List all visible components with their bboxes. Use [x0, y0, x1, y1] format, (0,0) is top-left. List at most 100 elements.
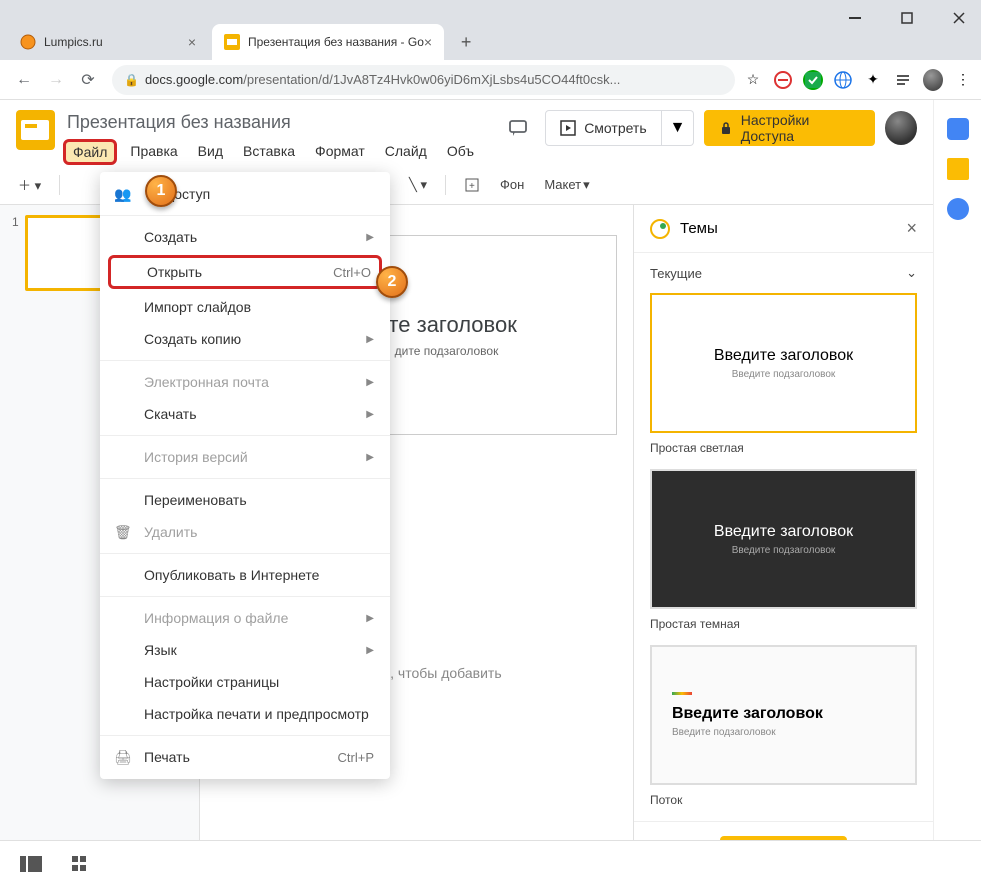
menu-file[interactable]: Файл — [63, 139, 117, 165]
theme-name: Поток — [650, 793, 917, 807]
maximize-button[interactable] — [893, 4, 921, 32]
submenu-arrow-icon: ▶ — [366, 334, 374, 345]
adblock-icon[interactable] — [773, 70, 793, 90]
submenu-arrow-icon: ▶ — [366, 409, 374, 420]
submenu-arrow-icon: ▶ — [366, 452, 374, 463]
close-panel-button[interactable]: × — [906, 218, 917, 239]
comments-button[interactable] — [501, 110, 535, 146]
theme-preview-title: Введите заголовок — [714, 523, 853, 541]
annotation-callout-2: 2 — [376, 266, 408, 298]
menu-item-page-setup[interactable]: Настройки страницы — [100, 666, 390, 698]
menu-item-make-copy[interactable]: Создать копию▶ — [100, 323, 390, 355]
tab-close-icon[interactable]: × — [188, 34, 196, 50]
flow-accent — [672, 692, 692, 695]
theme-name: Простая светлая — [650, 441, 917, 455]
minimize-button[interactable] — [841, 4, 869, 32]
extension-icons: ☆ ✦ ⋮ — [743, 70, 973, 90]
back-button[interactable]: ← — [8, 64, 40, 96]
menu-item-download[interactable]: Скачать▶ — [100, 398, 390, 430]
lock-icon: 🔒 — [124, 73, 139, 87]
filmstrip-view-button[interactable] — [20, 856, 42, 872]
tab-close-icon[interactable]: × — [424, 34, 432, 50]
menu-item-new[interactable]: Создать▶ — [100, 221, 390, 253]
themes-section-toggle[interactable]: Текущие ⌄ — [634, 253, 933, 293]
slide-subtitle-placeholder[interactable]: дите подзаголовок — [395, 344, 499, 358]
browser-menu-icon[interactable]: ⋮ — [953, 70, 973, 90]
palette-icon — [650, 219, 670, 239]
calendar-icon[interactable] — [947, 118, 969, 140]
menu-format[interactable]: Формат — [308, 139, 372, 165]
slide-number: 1 — [12, 215, 19, 291]
reload-button[interactable]: ⟳ — [72, 64, 104, 96]
menu-item-print[interactable]: 🖨 Печать Ctrl+P — [100, 741, 390, 773]
menu-item-email: Электронная почта▶ — [100, 366, 390, 398]
annotation-callout-1: 1 — [145, 175, 177, 207]
slide-title-placeholder[interactable]: ите заголовок — [376, 312, 517, 338]
tab-favicon-slides — [224, 34, 240, 50]
account-avatar[interactable] — [885, 111, 917, 145]
address-bar: ← → ⟳ 🔒 docs.google.com /presentation/d/… — [0, 60, 981, 100]
lock-icon — [719, 121, 732, 135]
theme-name: Простая темная — [650, 617, 917, 631]
tab-title: Презентация без названия - Go — [248, 35, 424, 49]
forward-button[interactable]: → — [40, 64, 72, 96]
url-host: docs.google.com — [145, 72, 243, 87]
shortcut-label: Ctrl+P — [338, 750, 374, 765]
profile-avatar-icon[interactable] — [923, 70, 943, 90]
themes-current-label: Текущие — [650, 266, 702, 281]
menu-item-publish[interactable]: Опубликовать в Интернете — [100, 559, 390, 591]
menubar: Файл Правка Вид Вставка Формат Слайд Объ — [63, 139, 481, 165]
menu-edit[interactable]: Правка — [123, 139, 184, 165]
theme-preview-sub: Введите подзаголовок — [672, 727, 776, 738]
line-tool[interactable]: ╲ ▾ — [403, 173, 433, 197]
tasks-icon[interactable] — [947, 198, 969, 220]
theme-option-dark[interactable]: Введите заголовок Введите подзаголовок — [650, 469, 917, 609]
menu-arrange[interactable]: Объ — [440, 139, 481, 165]
present-dropdown[interactable]: ▼ — [662, 110, 695, 146]
close-window-button[interactable] — [945, 4, 973, 32]
present-label: Смотреть — [584, 120, 646, 136]
menu-item-share[interactable]: 👥 Оь доступ — [100, 178, 390, 210]
keep-icon[interactable] — [947, 158, 969, 180]
url-field[interactable]: 🔒 docs.google.com /presentation/d/1JvA8T… — [112, 65, 735, 95]
menu-view[interactable]: Вид — [191, 139, 230, 165]
slides-logo-icon[interactable] — [16, 110, 55, 150]
menu-item-open[interactable]: Открыть Ctrl+O — [108, 255, 382, 289]
submenu-arrow-icon: ▶ — [366, 613, 374, 624]
menu-item-language[interactable]: Язык▶ — [100, 634, 390, 666]
new-slide-button[interactable]: ＋ ▾ — [12, 171, 47, 198]
browser-tab-slides[interactable]: Презентация без названия - Go × — [212, 24, 444, 60]
theme-option-light[interactable]: Введите заголовок Введите подзаголовок — [650, 293, 917, 433]
present-button[interactable]: Смотреть — [545, 110, 661, 146]
star-icon[interactable]: ☆ — [743, 70, 763, 90]
side-panel — [933, 100, 981, 886]
menu-slide[interactable]: Слайд — [378, 139, 434, 165]
share-icon: 👥 — [114, 186, 131, 203]
theme-preview-sub: Введите подзаголовок — [732, 369, 836, 380]
grid-view-button[interactable] — [72, 856, 88, 872]
background-button[interactable]: Фон — [494, 173, 530, 196]
document-title[interactable]: Презентация без названия — [63, 110, 481, 135]
new-tab-button[interactable]: + — [452, 28, 480, 56]
extensions-icon[interactable]: ✦ — [863, 70, 883, 90]
chevron-down-icon: ⌄ — [906, 265, 917, 281]
layout-button[interactable]: Макет ▾ — [538, 173, 595, 197]
reading-list-icon[interactable] — [893, 70, 913, 90]
menu-item-print-setup[interactable]: Настройка печати и предпросмотр — [100, 698, 390, 730]
check-icon[interactable] — [803, 70, 823, 90]
menu-insert[interactable]: Вставка — [236, 139, 302, 165]
menu-item-import-slides[interactable]: Импорт слайдов — [100, 291, 390, 323]
share-button[interactable]: Настройки Доступа — [704, 110, 874, 146]
browser-titlebar: Lumpics.ru × Презентация без названия - … — [0, 0, 981, 60]
file-menu-dropdown: 👥 Оь доступ Создать▶ Открыть Ctrl+O Импо… — [100, 172, 390, 779]
textbox-tool[interactable]: + — [458, 173, 486, 197]
browser-tab-lumpics[interactable]: Lumpics.ru × — [8, 24, 208, 60]
menu-item-rename[interactable]: Переименовать — [100, 484, 390, 516]
theme-option-flow[interactable]: Введите заголовок Введите подзаголовок — [650, 645, 917, 785]
share-label: Настройки Доступа — [741, 112, 860, 144]
shortcut-label: Ctrl+O — [333, 265, 371, 280]
print-icon: 🖨 — [114, 749, 132, 766]
trash-icon: 🗑 — [114, 524, 132, 541]
globe-icon[interactable] — [833, 70, 853, 90]
submenu-arrow-icon: ▶ — [366, 377, 374, 388]
